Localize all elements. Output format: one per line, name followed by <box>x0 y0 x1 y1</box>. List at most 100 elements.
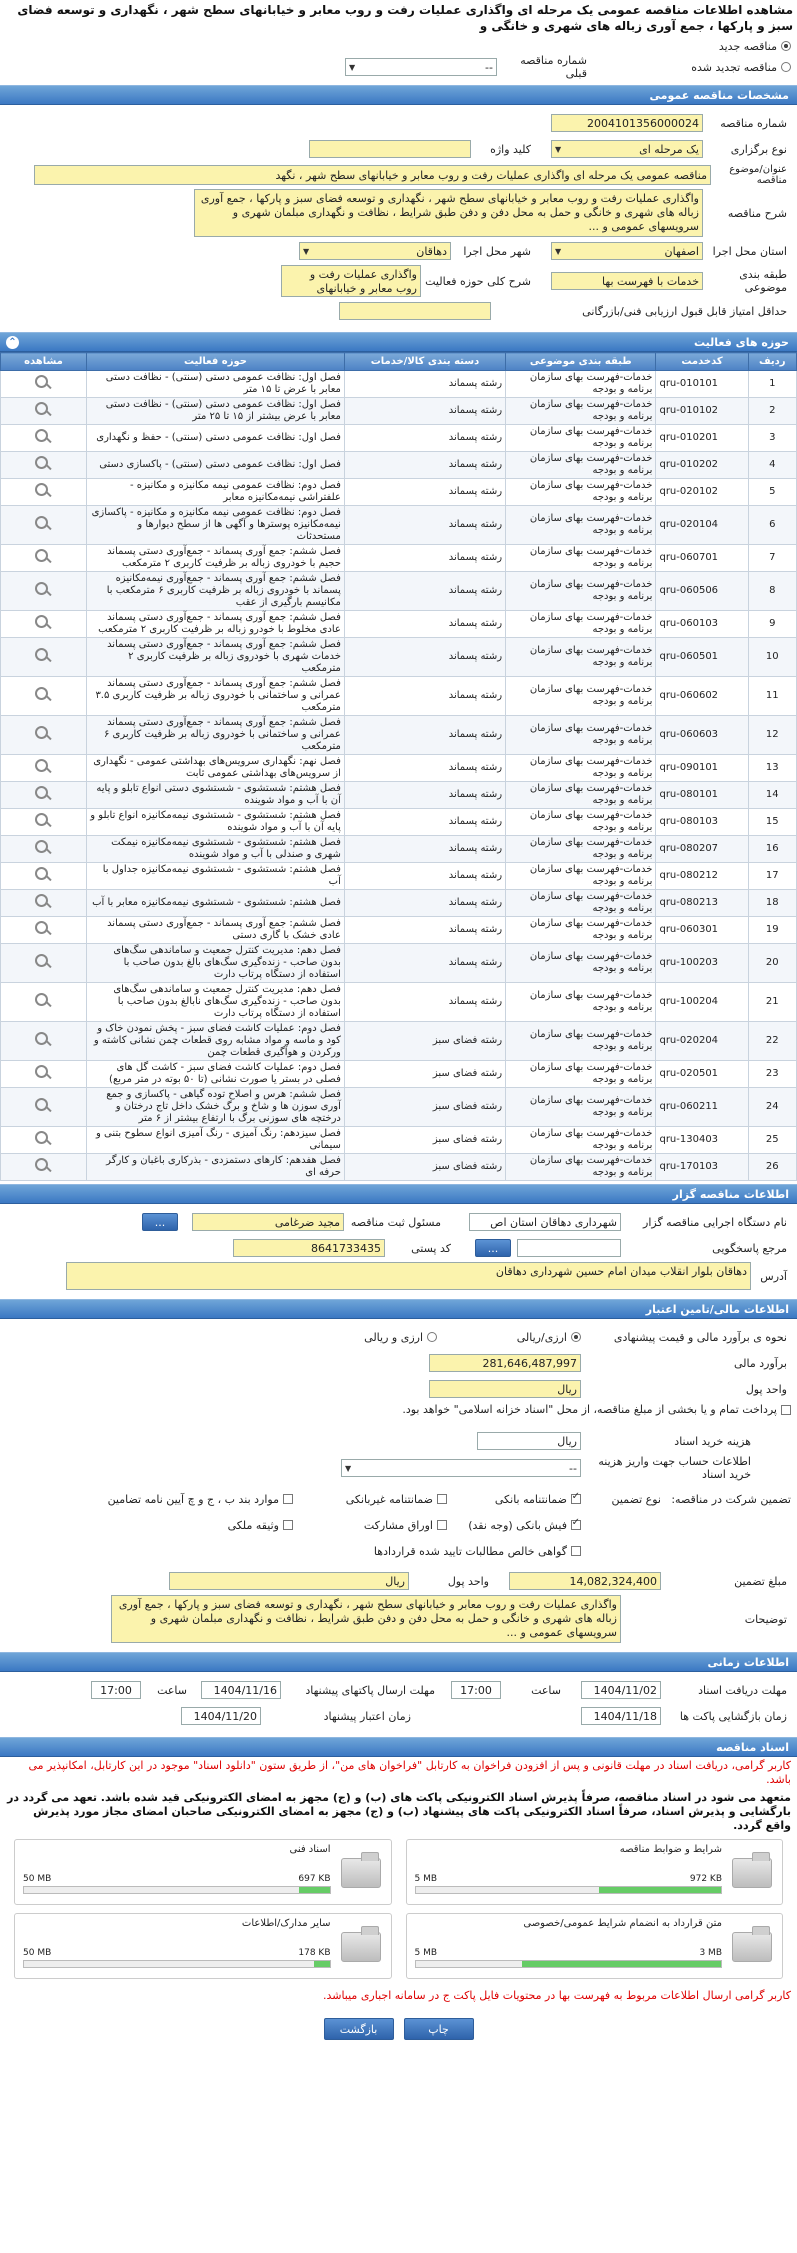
magnifier-icon[interactable] <box>33 548 55 564</box>
magnifier-icon[interactable] <box>33 893 55 909</box>
back-button[interactable]: بازگشت <box>323 2018 394 2040</box>
collapse-icon[interactable]: ⌃ <box>6 336 19 349</box>
row-group: رشته پسماند <box>343 715 507 755</box>
row-category: خدمات-فهرست بهای سازمان برنامه و بودجه <box>505 982 657 1022</box>
desc-field[interactable]: واگذاری عملیات رفت و روب معابر و خیابانه… <box>194 189 703 237</box>
send-label: مهلت ارسال پاکتهای پیشنهاد <box>305 1683 435 1697</box>
min-score-field[interactable] <box>339 302 491 320</box>
table-row: 4 qru-010202 خدمات-فهرست بهای سازمان برنام… <box>0 451 797 479</box>
ref-more-button[interactable]: ... <box>475 1239 511 1257</box>
send-date-field[interactable]: 1404/11/16 <box>201 1681 281 1699</box>
row-category: خدمات-فهرست بهای سازمان برنامه و بودجه <box>505 1021 657 1061</box>
magnifier-icon[interactable] <box>33 1097 55 1113</box>
row-index: 7 <box>747 544 797 572</box>
file-card[interactable]: شرایط و ضوابط مناقصه 972 KB 5 MB <box>405 1839 783 1905</box>
receive-date-field[interactable]: 1404/11/02 <box>581 1681 661 1699</box>
row-domain: فصل ششم: جمع آوری پسماند - جمع‌آوری دستی… <box>86 916 345 944</box>
magnifier-icon[interactable] <box>33 812 55 828</box>
nonbank-guarantee-checkbox[interactable] <box>437 1494 447 1504</box>
ref-field[interactable] <box>517 1239 621 1257</box>
row-category: خدمات-فهرست بهای سازمان برنامه و بودجه <box>505 835 657 863</box>
row-category: خدمات-فهرست بهای سازمان برنامه و بودجه <box>505 397 657 425</box>
province-select[interactable]: اصفهان ▼ <box>551 242 703 260</box>
row-domain: فصل ششم: جمع آوری پسماند - جمع‌آوری دستی… <box>86 715 345 755</box>
row-view <box>0 1153 87 1181</box>
property-checkbox[interactable] <box>283 1520 293 1530</box>
magnifier-icon[interactable] <box>33 455 55 471</box>
keyword-field[interactable] <box>309 140 471 158</box>
treasury-checkbox[interactable] <box>781 1405 791 1415</box>
magnifier-icon[interactable] <box>33 992 55 1008</box>
row-view <box>0 1021 87 1061</box>
subject-field[interactable]: مناقصه عمومی یک مرحله ای واگذاری عملیات … <box>34 165 711 185</box>
table-row: 12 qru-060603 خدمات-فهرست بهای سازمان برنا… <box>0 715 797 755</box>
open-date-field[interactable]: 1404/11/18 <box>581 1707 661 1725</box>
row-code: qru-010201 <box>655 424 749 452</box>
magnifier-icon[interactable] <box>33 1130 55 1146</box>
magnifier-icon[interactable] <box>33 953 55 969</box>
estimate-label: برآورد مالی <box>734 1356 787 1370</box>
magnifier-icon[interactable] <box>33 839 55 855</box>
type-select[interactable]: یک مرحله ای ▼ <box>551 140 703 158</box>
send-time-field[interactable]: 17:00 <box>91 1681 141 1699</box>
org-field[interactable]: شهرداری دهاقان استان اص <box>469 1213 621 1231</box>
magnifier-icon[interactable] <box>33 581 55 597</box>
bank-guarantee-checkbox[interactable] <box>571 1491 581 1504</box>
magnifier-icon[interactable] <box>33 785 55 801</box>
category-field[interactable]: خدمات با فهرست بها <box>551 272 703 290</box>
notes-field[interactable]: واگذاری عملیات رفت و روب معابر و خیابانه… <box>111 1595 621 1643</box>
rial-radio[interactable] <box>571 1332 581 1342</box>
file-card[interactable]: اسناد فنی 697 KB 50 MB <box>14 1839 392 1905</box>
city-select[interactable]: دهاقان ▼ <box>299 242 451 260</box>
officer-more-button[interactable]: ... <box>142 1213 178 1231</box>
row-group: رشته پسماند <box>343 781 507 809</box>
check-checkbox[interactable] <box>571 1517 581 1530</box>
renewed-tender-radio[interactable] <box>781 62 791 72</box>
scope-field[interactable]: واگذاری عملیات رفت و روب معابر و خیابانه… <box>281 265 421 297</box>
doc-fee-field[interactable]: ریال <box>477 1432 581 1450</box>
file-card[interactable]: متن قرارداد به انضمام شرایط عمومی/خصوصی 3… <box>405 1913 783 1979</box>
magnifier-icon[interactable] <box>33 515 55 531</box>
magnifier-icon[interactable] <box>33 401 55 417</box>
print-button[interactable]: چاپ <box>403 2018 474 2040</box>
row-view <box>0 862 87 890</box>
magnifier-icon[interactable] <box>33 614 55 630</box>
new-tender-radio[interactable] <box>781 41 791 51</box>
row-code: qru-130403 <box>655 1126 749 1154</box>
magnifier-icon[interactable] <box>33 758 55 774</box>
magnifier-icon[interactable] <box>33 374 55 390</box>
magnifier-icon[interactable] <box>33 686 55 702</box>
currency-field[interactable]: ریال <box>429 1380 581 1398</box>
amount-field[interactable]: 14,082,324,400 <box>509 1572 661 1590</box>
bonds-checkbox[interactable] <box>437 1520 447 1530</box>
officer-field[interactable]: مجید ضرغامی <box>192 1213 344 1231</box>
estimate-field[interactable]: 281,646,487,997 <box>429 1354 581 1372</box>
row-view <box>0 478 87 506</box>
row-code: qru-060506 <box>655 571 749 611</box>
receivable-checkbox[interactable] <box>571 1546 581 1556</box>
prev-tender-select[interactable]: -- ▼ <box>345 58 497 76</box>
row-domain: فصل ششم: جمع آوری پسماند - جمع‌آوری دستی… <box>86 676 345 716</box>
magnifier-icon[interactable] <box>33 482 55 498</box>
magnifier-icon[interactable] <box>33 1157 55 1173</box>
magnifier-icon[interactable] <box>33 647 55 663</box>
file-card[interactable]: سایر مدارک/اطلاعات 178 KB 50 MB <box>14 1913 392 1979</box>
address-field[interactable]: دهاقان بلوار انقلاب میدان امام حسین شهرد… <box>66 1262 751 1290</box>
receive-time-field[interactable]: 17:00 <box>451 1681 501 1699</box>
tender-no-field[interactable]: 2004101356000024 <box>551 114 703 132</box>
validity-date-field[interactable]: 1404/11/20 <box>181 1707 261 1725</box>
postal-field[interactable]: 8641733435 <box>233 1239 385 1257</box>
magnifier-icon[interactable] <box>33 866 55 882</box>
magnifier-icon[interactable] <box>33 1064 55 1080</box>
magnifier-icon[interactable] <box>33 428 55 444</box>
account-select[interactable]: -- ▼ <box>341 1459 581 1477</box>
row-group: رشته پسماند <box>343 370 507 398</box>
magnifier-icon[interactable] <box>33 920 55 936</box>
fx-radio[interactable] <box>427 1332 437 1342</box>
items-checkbox[interactable] <box>283 1494 293 1504</box>
section-header: اطلاعات مالی/تامین اعتبار <box>0 1299 797 1319</box>
row-group: رشته پسماند <box>343 637 507 677</box>
magnifier-icon[interactable] <box>33 1031 55 1047</box>
amount-unit-field[interactable]: ریال <box>169 1572 409 1590</box>
magnifier-icon[interactable] <box>33 725 55 741</box>
